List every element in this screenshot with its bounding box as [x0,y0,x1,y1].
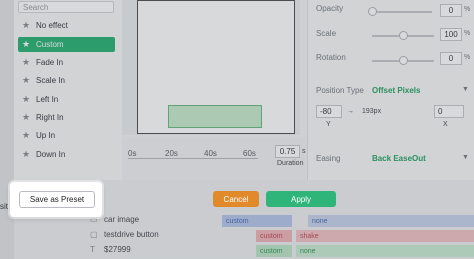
modal-dim-overlay [0,0,474,259]
cancel-button[interactable]: Cancel [213,191,259,207]
apply-button[interactable]: Apply [266,191,336,207]
save-as-preset-button[interactable]: Save as Preset [19,191,95,208]
